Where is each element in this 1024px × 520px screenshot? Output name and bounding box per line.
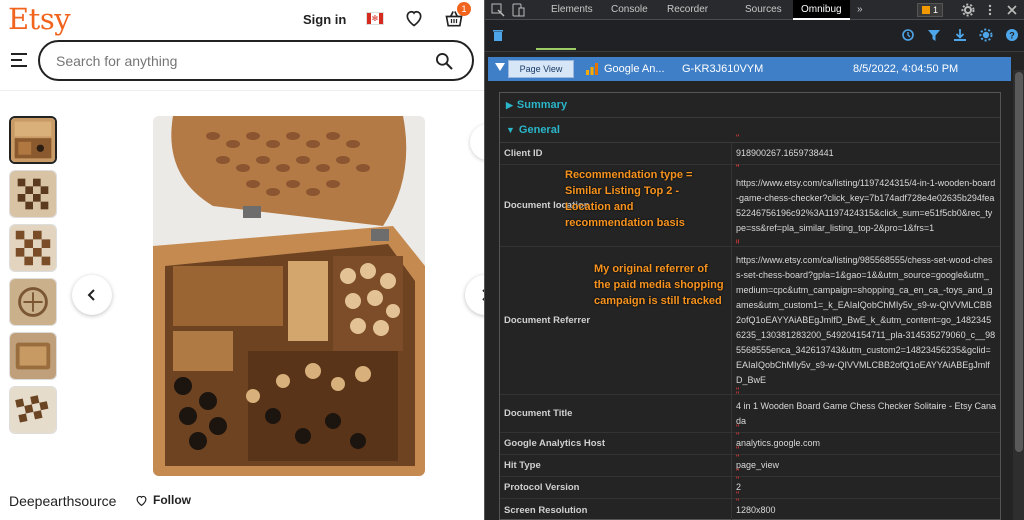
param-value-text: 918900267.1659738441 bbox=[736, 148, 834, 158]
thumbnail-open-box-image bbox=[11, 118, 55, 162]
search-icon[interactable] bbox=[434, 51, 454, 71]
hamburger-line bbox=[11, 59, 22, 61]
thumbnail-3[interactable] bbox=[9, 224, 57, 272]
hamburger-line bbox=[11, 65, 27, 67]
summary-section-header[interactable]: ▶ Summary bbox=[500, 93, 1000, 118]
flag-maple-leaf: ✻ bbox=[371, 13, 379, 24]
request-row-page-view[interactable]: Page View Google An... G-KR3J610VYM 8/5/… bbox=[488, 57, 1011, 81]
etsy-logo[interactable]: Etsy bbox=[8, 2, 71, 36]
trash-icon[interactable] bbox=[491, 28, 505, 42]
hamburger-line bbox=[11, 53, 27, 55]
thumbnail-checkerboard-image bbox=[10, 171, 56, 217]
tab-omnibug[interactable]: Omnibug bbox=[793, 0, 850, 20]
param-value-text: 1280x800 bbox=[736, 504, 776, 515]
account-id: G-KR3J610VYM bbox=[682, 63, 764, 75]
download-icon[interactable] bbox=[953, 28, 967, 42]
summary-label: Summary bbox=[516, 99, 568, 111]
param-row-document-referrer: Document Referrer " https://www.etsy.com/… bbox=[500, 240, 1000, 400]
warnings-badge[interactable]: 1 bbox=[917, 3, 944, 17]
param-value-text: https://www.etsy.com/ca/listing/11974243… bbox=[736, 177, 996, 233]
param-value-text: https://www.etsy.com/ca/listing/98556855… bbox=[736, 255, 996, 385]
param-value[interactable]: "1280x800" bbox=[731, 490, 1000, 520]
previous-image-button[interactable] bbox=[72, 275, 112, 315]
param-key: Client ID bbox=[504, 148, 543, 159]
canada-flag-icon[interactable]: ✻ bbox=[366, 12, 384, 25]
thumbnail-list bbox=[9, 116, 59, 440]
more-options-icon[interactable] bbox=[983, 3, 997, 17]
favorite-item-button[interactable] bbox=[470, 124, 484, 160]
annotation-original-referrer: My original referrer of the paid media s… bbox=[594, 263, 724, 307]
omnibug-settings-gear-icon[interactable] bbox=[979, 28, 993, 42]
thumbnail-chessboard-image bbox=[10, 225, 56, 271]
param-key: Hit Type bbox=[504, 460, 541, 471]
thumbnail-2[interactable] bbox=[9, 170, 57, 218]
expanded-triangle-icon: ▼ bbox=[506, 125, 515, 135]
flag-red-band-right bbox=[379, 13, 383, 24]
product-main-image[interactable] bbox=[153, 116, 425, 476]
cart-count-badge: 1 bbox=[457, 2, 471, 16]
collapsed-triangle-icon: ▶ bbox=[506, 100, 513, 110]
tab-recorder[interactable]: Recorder bbox=[667, 0, 708, 20]
follow-label: Follow bbox=[153, 493, 191, 507]
hamburger-menu-icon[interactable] bbox=[11, 53, 27, 67]
tab-console[interactable]: Console bbox=[611, 0, 648, 20]
tab-elements[interactable]: Elements bbox=[551, 0, 593, 20]
sign-in-link[interactable]: Sign in bbox=[303, 12, 346, 27]
svg-text:?: ? bbox=[1009, 31, 1015, 41]
wooden-chess-box-image bbox=[153, 116, 425, 476]
request-timestamp: 8/5/2022, 4:04:50 PM bbox=[853, 63, 959, 75]
help-icon[interactable]: ? bbox=[1005, 28, 1019, 42]
provider-name: Google An... bbox=[604, 63, 665, 75]
next-image-button[interactable] bbox=[465, 275, 484, 315]
expand-toggle-icon[interactable] bbox=[495, 63, 505, 71]
history-icon[interactable] bbox=[901, 28, 915, 42]
tab-sources[interactable]: Sources bbox=[745, 0, 782, 20]
param-row-hit-type: Hit Type " page_view " bbox=[500, 445, 1000, 485]
request-type-button[interactable]: Page View bbox=[508, 60, 574, 78]
search-input[interactable] bbox=[38, 40, 474, 81]
thumbnail-4[interactable] bbox=[9, 278, 57, 326]
annotation-recommendation-type: Recommendation type = Similar Listing To… bbox=[565, 169, 693, 229]
thumbnail-engraved-lid-image bbox=[10, 279, 56, 325]
settings-gear-icon[interactable] bbox=[961, 3, 975, 17]
filter-icon[interactable] bbox=[927, 28, 941, 42]
param-value-text: page_view bbox=[736, 460, 780, 470]
inspect-element-icon[interactable] bbox=[491, 3, 505, 17]
warning-count: 1 bbox=[933, 5, 939, 15]
param-value[interactable]: " page_view " bbox=[731, 445, 1000, 485]
general-label: General bbox=[518, 124, 560, 136]
etsy-page: Etsy Sign in ✻ 1 Search for anything Dee… bbox=[0, 0, 484, 520]
header-divider bbox=[0, 90, 484, 91]
favorites-heart-icon[interactable] bbox=[404, 8, 424, 28]
param-value[interactable]: " https://www.etsy.com/ca/listing/9855685… bbox=[731, 240, 1000, 400]
request-details-panel: ▶ Summary ▼ General Client ID " 918900267.1… bbox=[499, 92, 1001, 520]
thumbnail-angled-board-image bbox=[10, 387, 56, 433]
scrollbar-thumb[interactable] bbox=[1015, 72, 1023, 452]
param-key: Screen Resolution bbox=[504, 504, 588, 516]
param-key: Google Analytics Host bbox=[504, 438, 605, 449]
param-key: Document Title bbox=[504, 408, 573, 419]
google-analytics-icon bbox=[586, 63, 598, 75]
thumbnail-1[interactable] bbox=[9, 116, 57, 164]
devtools-panel: Elements Console Recorder Sources Omnibu… bbox=[484, 0, 1024, 520]
param-key: Protocol Version bbox=[504, 482, 580, 493]
follow-heart-icon bbox=[136, 495, 147, 506]
shop-name[interactable]: Deepearthsource bbox=[9, 493, 116, 509]
param-row-screen-resolution: Screen Resolution "1280x800" bbox=[500, 490, 1000, 520]
warning-icon bbox=[922, 6, 930, 14]
record-indicator-line bbox=[536, 48, 576, 50]
follow-shop-button[interactable]: Follow bbox=[135, 493, 191, 507]
param-value[interactable]: " https://www.etsy.com/ca/listing/1197424… bbox=[731, 163, 1000, 248]
close-devtools-icon[interactable] bbox=[1005, 3, 1019, 17]
device-toolbar-icon[interactable] bbox=[511, 3, 525, 17]
more-tabs-chevron-icon[interactable]: » bbox=[857, 0, 863, 20]
chevron-left-icon bbox=[87, 289, 95, 301]
thumbnail-box-side-image bbox=[10, 333, 56, 379]
thumbnail-5[interactable] bbox=[9, 332, 57, 380]
devtools-tab-bar: Elements Console Recorder Sources Omnibu… bbox=[485, 0, 1024, 20]
thumbnail-6[interactable] bbox=[9, 386, 57, 434]
